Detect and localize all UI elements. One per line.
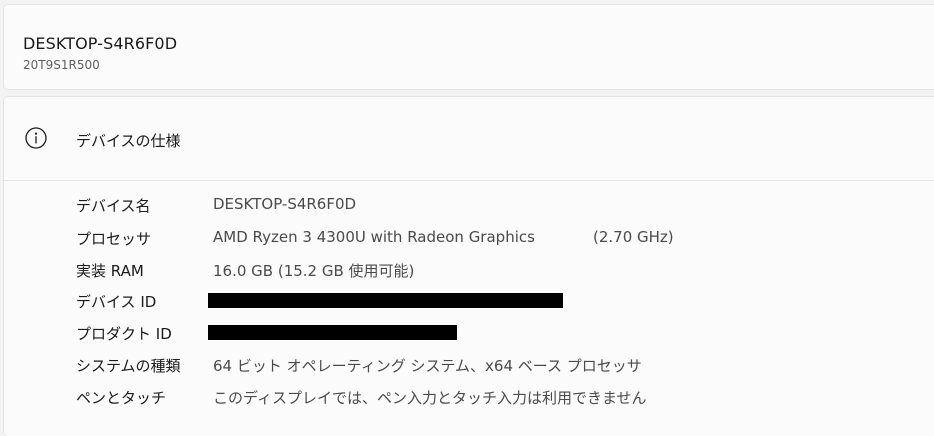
device-specifications-card: デバイスの仕様 デバイス名 DESKTOP-S4R6F0D プロセッサ AMD … (3, 96, 934, 436)
spec-value: 64 ビット オペレーティング システム、x64 ベース プロセッサ (213, 357, 642, 375)
spec-label: デバイス名 (76, 197, 151, 215)
specs-header[interactable]: デバイスの仕様 (4, 97, 934, 181)
spec-row-pen-touch: ペンとタッチ このディスプレイでは、ペン入力とタッチ入力は利用できません (4, 387, 934, 415)
redacted-device-id (208, 293, 563, 308)
spec-value: DESKTOP-S4R6F0D (213, 195, 357, 213)
spec-label: デバイス ID (76, 293, 157, 311)
device-name-card: DESKTOP-S4R6F0D 20T9S1R500 (3, 4, 934, 90)
spec-row-processor: プロセッサ AMD Ryzen 3 4300U with Radeon Grap… (4, 228, 934, 256)
redacted-product-id (208, 325, 457, 340)
spec-row-ram: 実装 RAM 16.0 GB (15.2 GB 使用可能) (4, 260, 934, 288)
spec-value: 16.0 GB (15.2 GB 使用可能) (213, 262, 415, 280)
spec-row-device-id: デバイス ID (4, 291, 934, 319)
info-icon (25, 127, 47, 149)
specs-title: デバイスの仕様 (76, 132, 181, 150)
spec-row-system-type: システムの種類 64 ビット オペレーティング システム、x64 ベース プロセ… (4, 355, 934, 383)
spec-label: プロセッサ (76, 230, 152, 248)
spec-value: AMD Ryzen 3 4300U with Radeon Graphics (213, 228, 535, 246)
spec-row-product-id: プロダクト ID (4, 323, 934, 351)
spec-label: システムの種類 (76, 357, 181, 375)
processor-speed: (2.70 GHz) (593, 228, 674, 246)
spec-label: プロダクト ID (76, 325, 172, 343)
spec-row-device-name: デバイス名 DESKTOP-S4R6F0D (4, 195, 934, 223)
device-model: 20T9S1R500 (23, 58, 100, 72)
device-name: DESKTOP-S4R6F0D (23, 34, 178, 53)
spec-label: 実装 RAM (76, 262, 144, 280)
spec-label: ペンとタッチ (76, 389, 167, 407)
spec-value: このディスプレイでは、ペン入力とタッチ入力は利用できません (213, 389, 647, 407)
